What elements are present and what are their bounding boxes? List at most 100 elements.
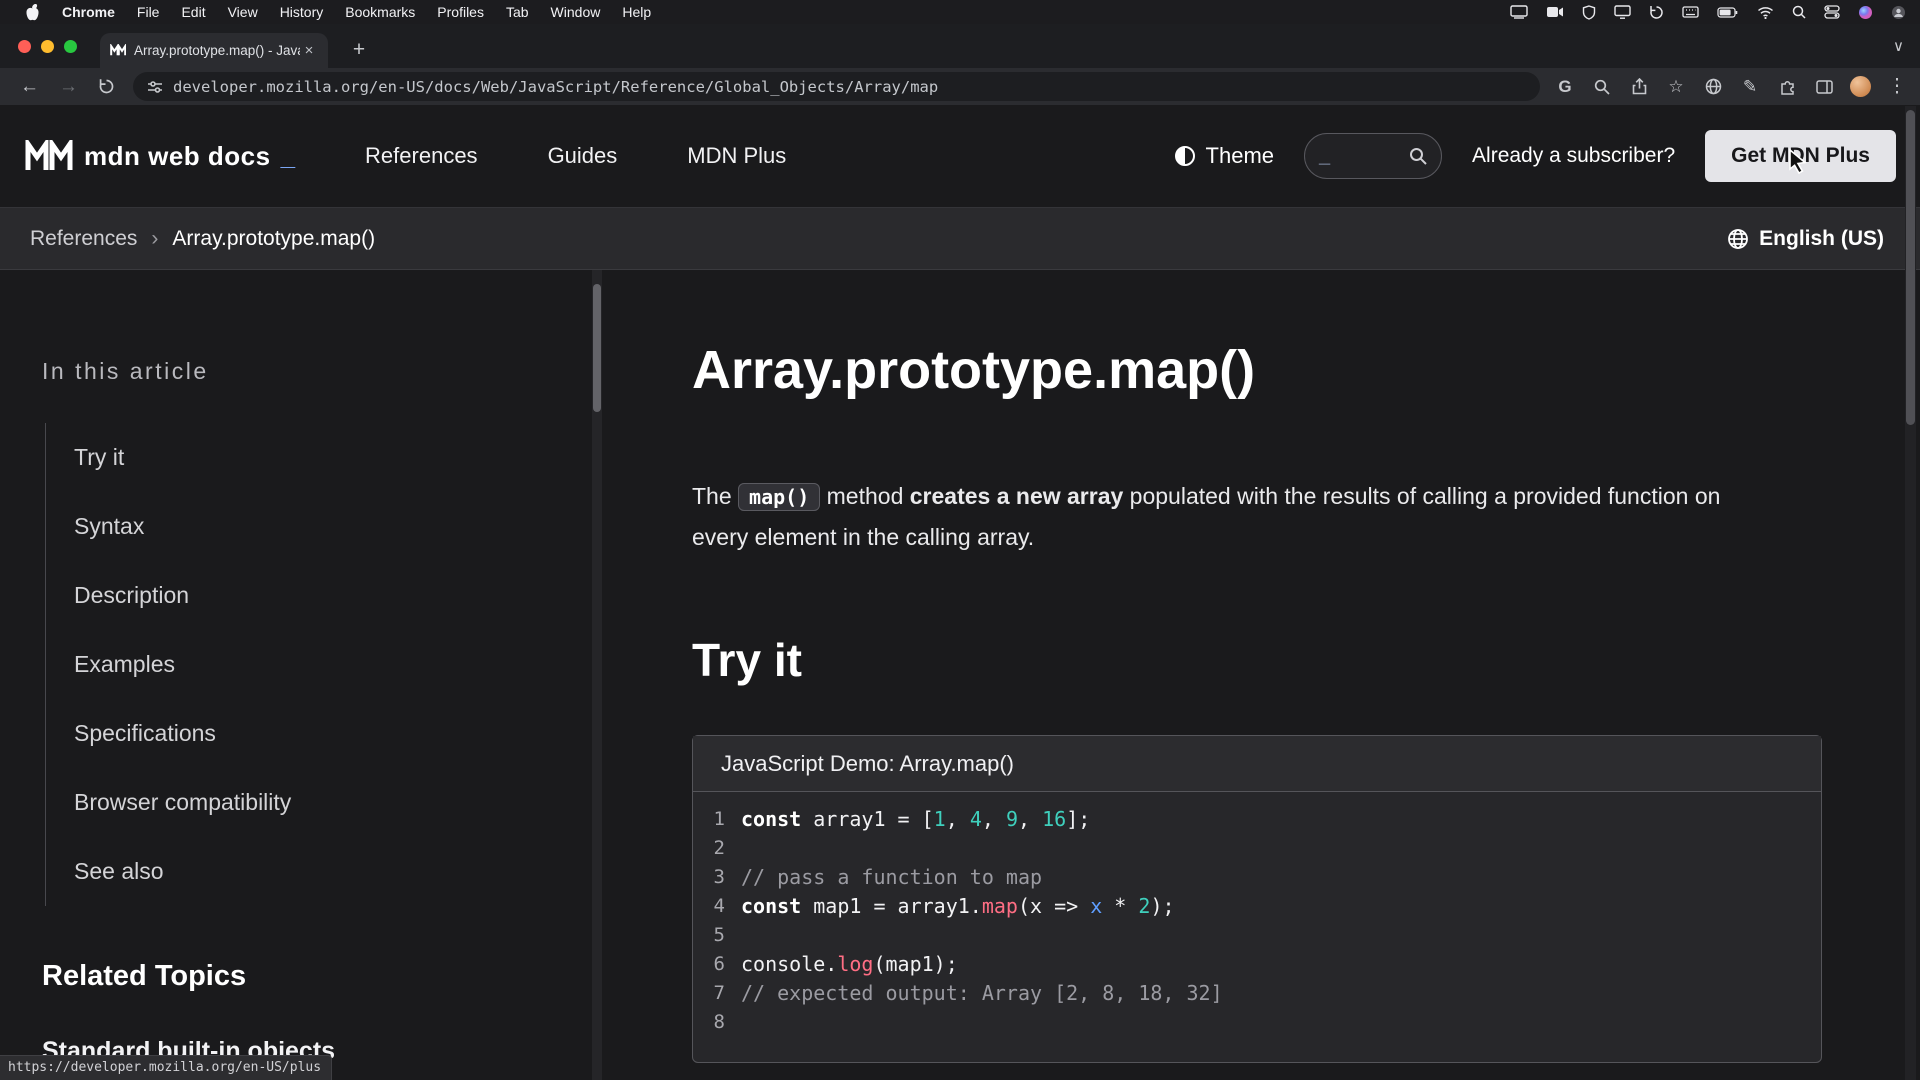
intro-paragraph: The map() method creates a new array pop… xyxy=(692,476,1764,557)
sidebar-scrollbar[interactable] xyxy=(592,270,602,1080)
toc-description[interactable]: Description xyxy=(74,561,590,630)
toc-see-also[interactable]: See also xyxy=(74,837,590,906)
wifi-icon[interactable] xyxy=(1757,6,1774,19)
menu-window[interactable]: Window xyxy=(540,4,612,20)
sidebar-scrollbar-thumb[interactable] xyxy=(593,284,601,412)
menu-tab[interactable]: Tab xyxy=(495,4,540,20)
try-it-heading: Try it xyxy=(692,633,1824,687)
keyboard-icon[interactable] xyxy=(1682,6,1699,18)
tab-search-icon[interactable]: ∨ xyxy=(1893,37,1904,55)
edit-pen-icon[interactable]: ✎ xyxy=(1739,77,1761,97)
menu-history[interactable]: History xyxy=(269,4,335,20)
menu-view[interactable]: View xyxy=(217,4,269,20)
code-line[interactable]: 6console.log(map1); xyxy=(693,949,1821,978)
theme-label: Theme xyxy=(1206,143,1274,169)
mdn-logo[interactable]: mdn web docs _ xyxy=(24,140,295,172)
menu-profiles[interactable]: Profiles xyxy=(426,4,495,20)
code-lines[interactable]: 1const array1 = [1, 4, 9, 16];23// pass … xyxy=(693,792,1821,1062)
inline-code-map: map() xyxy=(738,483,820,511)
code-line[interactable]: 1const array1 = [1, 4, 9, 16]; xyxy=(693,804,1821,833)
code-line[interactable]: 8 xyxy=(693,1007,1821,1036)
language-switcher[interactable]: English (US) xyxy=(1727,227,1884,251)
nav-references[interactable]: References xyxy=(365,143,478,169)
profile-avatar[interactable] xyxy=(1850,76,1871,97)
mdn-logo-mark-icon xyxy=(24,140,74,172)
browser-toolbar: ← → developer.mozilla.org/en-US/docs/Web… xyxy=(0,68,1920,105)
line-number: 4 xyxy=(693,895,741,917)
toc-browser-compatibility[interactable]: Browser compatibility xyxy=(74,768,590,837)
spotlight-icon[interactable] xyxy=(1792,5,1806,19)
menu-help[interactable]: Help xyxy=(611,4,662,20)
new-tab-button[interactable]: + xyxy=(346,37,372,63)
address-bar[interactable]: developer.mozilla.org/en-US/docs/Web/Jav… xyxy=(133,72,1540,101)
subscriber-link[interactable]: Already a subscriber? xyxy=(1472,144,1675,168)
toc-try-it[interactable]: Try it xyxy=(74,423,590,492)
breadcrumb-separator-icon: › xyxy=(151,227,158,251)
side-panel-icon[interactable] xyxy=(1813,80,1835,94)
screen-mirroring-icon[interactable] xyxy=(1510,5,1528,19)
toc-examples[interactable]: Examples xyxy=(74,630,590,699)
search-input[interactable]: _ xyxy=(1304,133,1442,179)
bookmark-star-icon[interactable]: ☆ xyxy=(1665,77,1687,97)
line-number: 8 xyxy=(693,1011,741,1033)
nav-mdn-plus[interactable]: MDN Plus xyxy=(687,143,786,169)
url-text: developer.mozilla.org/en-US/docs/Web/Jav… xyxy=(173,78,938,96)
toc-heading: In this article xyxy=(42,358,590,385)
battery-icon[interactable] xyxy=(1717,7,1739,18)
reload-button[interactable] xyxy=(88,78,125,95)
user-menu-icon[interactable] xyxy=(1891,5,1906,20)
share-icon[interactable] xyxy=(1628,78,1650,95)
site-info-icon[interactable] xyxy=(147,80,163,94)
code-line[interactable]: 7// expected output: Array [2, 8, 18, 32… xyxy=(693,978,1821,1007)
code-line[interactable]: 5 xyxy=(693,920,1821,949)
code-line[interactable]: 3// pass a function to map xyxy=(693,862,1821,891)
minimize-window-button[interactable] xyxy=(41,40,54,53)
back-button[interactable]: ← xyxy=(10,76,49,98)
zoom-window-button[interactable] xyxy=(64,40,77,53)
mdn-logo-text: mdn web docs xyxy=(84,141,271,172)
page-scrollbar-thumb[interactable] xyxy=(1906,110,1915,425)
breadcrumb-current: Array.prototype.map() xyxy=(172,227,375,251)
forward-button[interactable]: → xyxy=(49,76,88,98)
display-icon[interactable] xyxy=(1614,5,1631,19)
code-text: const map1 = array1.map(x => x * 2); xyxy=(741,894,1175,918)
google-lens-icon[interactable]: G xyxy=(1554,77,1576,97)
nav-guides[interactable]: Guides xyxy=(548,143,618,169)
code-text: // expected output: Array [2, 8, 18, 32] xyxy=(741,981,1223,1005)
siri-icon[interactable] xyxy=(1858,5,1873,20)
close-window-button[interactable] xyxy=(18,40,31,53)
translate-icon[interactable] xyxy=(1702,78,1724,95)
breadcrumb-references[interactable]: References xyxy=(30,227,137,251)
search-caret: _ xyxy=(1319,145,1409,168)
theme-icon xyxy=(1174,145,1196,167)
article-sidebar: In this article Try it Syntax Descriptio… xyxy=(0,270,590,1080)
video-icon[interactable] xyxy=(1546,6,1564,18)
sync-icon[interactable] xyxy=(1649,5,1664,20)
menu-file[interactable]: File xyxy=(126,4,171,20)
locale-label: English (US) xyxy=(1759,227,1884,251)
code-line[interactable]: 2 xyxy=(693,833,1821,862)
shield-icon[interactable] xyxy=(1582,5,1596,20)
theme-toggle[interactable]: Theme xyxy=(1174,143,1274,169)
intro-bold: creates a new array xyxy=(910,483,1124,509)
line-number: 1 xyxy=(693,808,741,830)
browser-tab-strip: Array.prototype.map() - JavaS × + ∨ xyxy=(0,24,1920,68)
mdn-logo-underscore: _ xyxy=(281,141,295,172)
menu-bookmarks[interactable]: Bookmarks xyxy=(334,4,426,20)
code-text: const array1 = [1, 4, 9, 16]; xyxy=(741,807,1090,831)
code-line[interactable]: 4const map1 = array1.map(x => x * 2); xyxy=(693,891,1821,920)
browser-menu-icon[interactable]: ⋮ xyxy=(1886,75,1908,98)
extensions-icon[interactable] xyxy=(1776,78,1798,95)
tab-close-icon[interactable]: × xyxy=(300,42,318,59)
menu-edit[interactable]: Edit xyxy=(170,4,216,20)
zoom-search-icon[interactable] xyxy=(1591,79,1613,95)
control-center-icon[interactable] xyxy=(1824,5,1840,19)
browser-tab[interactable]: Array.prototype.map() - JavaS × xyxy=(100,33,328,68)
apple-menu-icon[interactable] xyxy=(14,4,51,21)
toc-syntax[interactable]: Syntax xyxy=(74,492,590,561)
line-number: 3 xyxy=(693,866,741,888)
menu-app-name[interactable]: Chrome xyxy=(51,4,126,20)
page-title: Array.prototype.map() xyxy=(692,340,1824,400)
page-scrollbar[interactable] xyxy=(1905,106,1916,1080)
toc-specifications[interactable]: Specifications xyxy=(74,699,590,768)
